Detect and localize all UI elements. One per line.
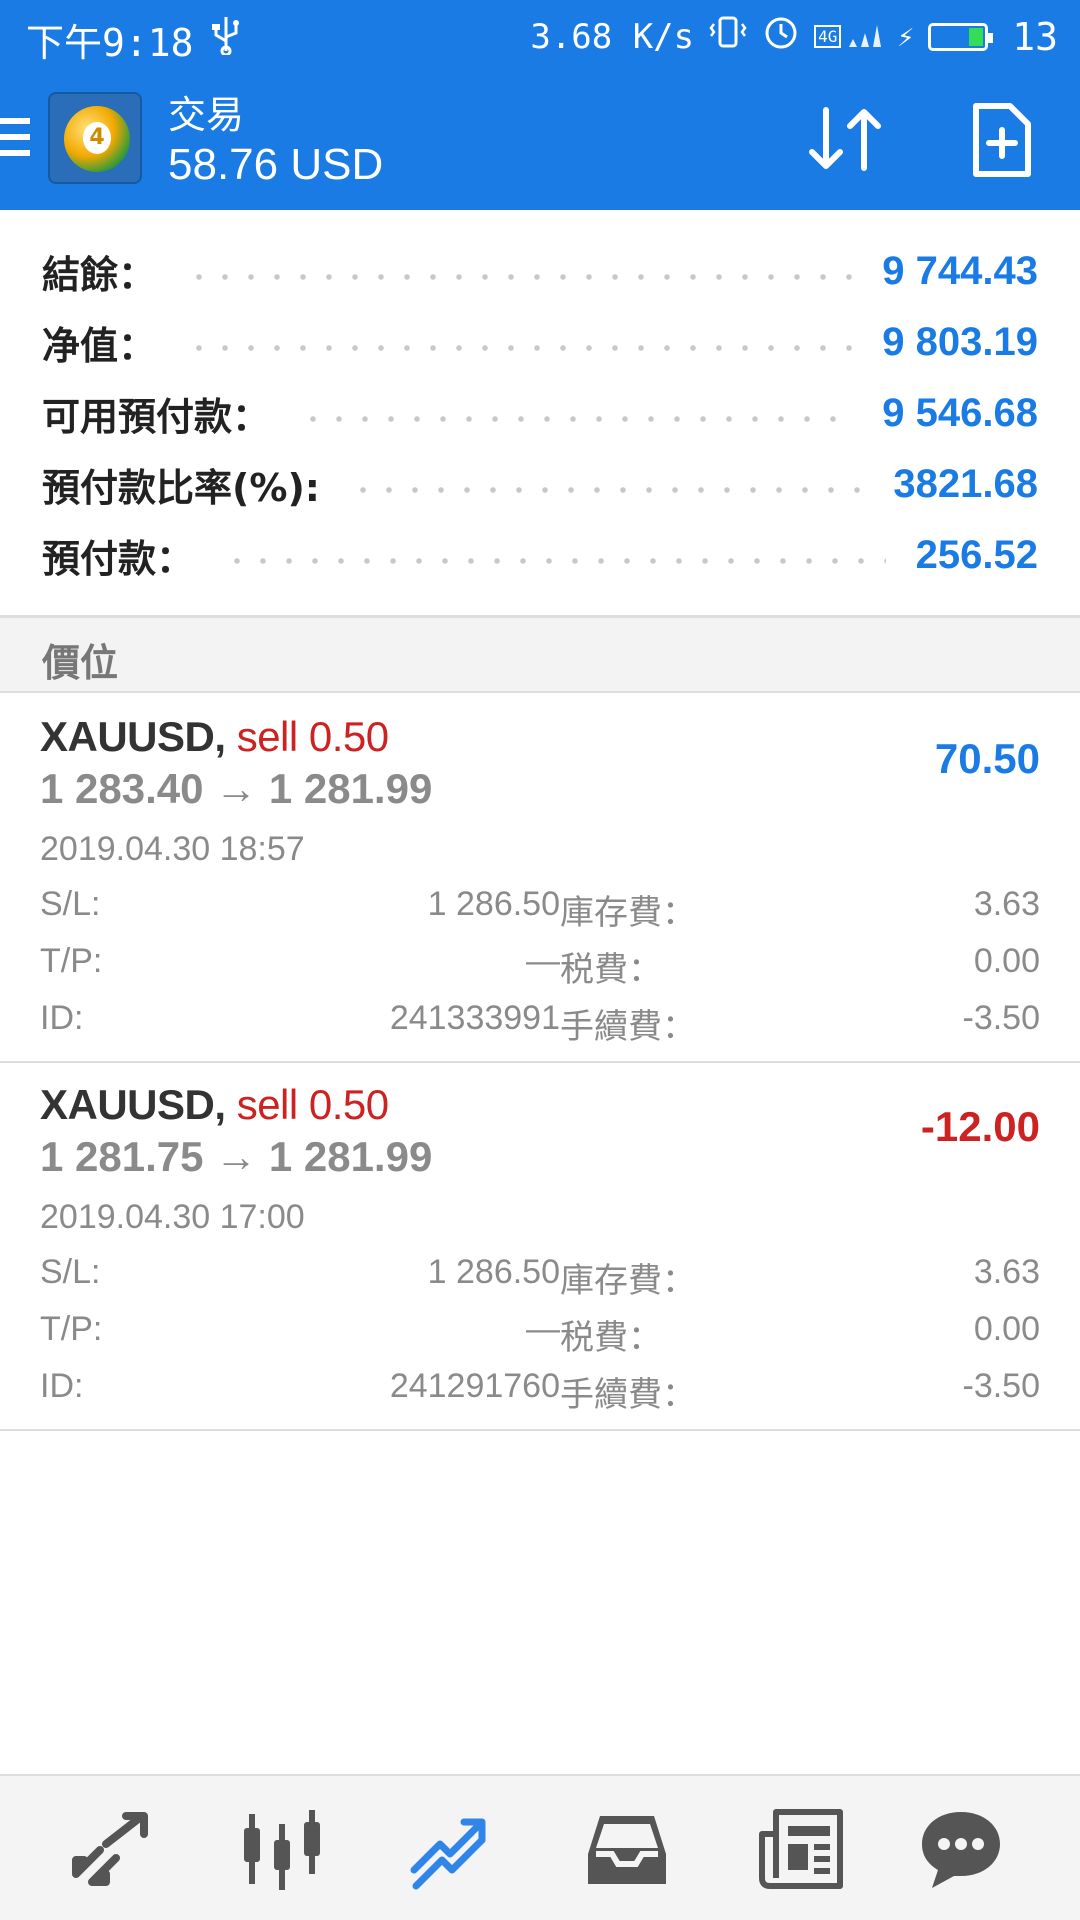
summary-label: 净值： [42, 323, 157, 368]
tp-label: T/P: [40, 942, 103, 980]
detail-row: T/P: — 税費： 0.00 [40, 1310, 1040, 1367]
network-speed: 3.68 K/s [530, 16, 695, 57]
commission-label: 手續費： [560, 1375, 696, 1415]
section-title: 價位 [42, 641, 119, 685]
sl-value: 1 286.50 [427, 1253, 560, 1291]
account-profit: 58.76 USD [168, 140, 384, 189]
position-profit: 70.50 [934, 735, 1040, 782]
quotes-icon[interactable] [66, 1804, 156, 1894]
chat-icon[interactable] [916, 1804, 1006, 1894]
battery-icon [928, 22, 994, 51]
position-item[interactable]: XAUUSD, sell 0.50 1 283.40 → 1 281.99 70… [0, 695, 1080, 1063]
summary-value: 256.52 [915, 532, 1038, 577]
app-header: 4 交易 58.76 USD [0, 70, 1080, 210]
swap-label: 庫存費： [560, 1261, 696, 1301]
signal-4g-icon: 4G [814, 17, 883, 57]
id-label: ID: [40, 1367, 84, 1405]
position-type: sell 0.50 [236, 713, 389, 760]
position-prices: 1 281.75 → 1 281.99 [40, 1133, 433, 1180]
summary-row-free-margin: 可用預付款： 9 546.68 [42, 378, 1038, 448]
sl-value: 1 286.50 [427, 885, 560, 923]
tax-value: 0.00 [973, 942, 1040, 980]
trade-icon[interactable] [406, 1804, 496, 1894]
detail-row: ID: 241291760 手續費： -3.50 [40, 1367, 1040, 1424]
tp-value: — [526, 1310, 560, 1348]
news-icon[interactable] [756, 1804, 846, 1894]
summary-value: 9 803.19 [882, 319, 1038, 364]
tax-value: 0.00 [973, 1310, 1040, 1348]
account-summary: 結餘： 9 744.43 净值： 9 803.19 可用預付款： 9 546.6… [0, 210, 1080, 615]
section-header: 價位 [0, 618, 1080, 693]
history-icon[interactable] [582, 1804, 672, 1894]
sl-label: S/L: [40, 1253, 101, 1291]
commission-label: 手續費： [560, 1007, 696, 1047]
position-title: XAUUSD, sell 0.50 [40, 1081, 389, 1129]
position-symbol: XAUUSD, [40, 1081, 226, 1128]
summary-value: 3821.68 [893, 461, 1038, 506]
tp-value: — [526, 942, 560, 980]
summary-label: 結餘： [42, 252, 157, 297]
summary-label: 預付款： [42, 536, 195, 581]
network-type: 4G [814, 25, 842, 48]
summary-row-balance: 結餘： 9 744.43 [42, 236, 1038, 306]
vibrate-icon [708, 12, 748, 61]
battery-level: 13 [1012, 14, 1058, 59]
bottom-nav [0, 1774, 1080, 1920]
swap-label: 庫存費： [560, 893, 696, 933]
tax-label: 税費： [560, 1318, 662, 1358]
position-item[interactable]: XAUUSD, sell 0.50 1 281.75 → 1 281.99 -1… [0, 1063, 1080, 1431]
tp-label: T/P: [40, 1310, 103, 1348]
dotted-leader [186, 274, 853, 280]
position-type: sell 0.50 [236, 1081, 389, 1128]
detail-row: T/P: — 税費： 0.00 [40, 942, 1040, 999]
position-open-time: 2019.04.30 17:00 [40, 1198, 305, 1236]
new-document-icon[interactable] [970, 100, 1034, 180]
id-value: 241333991 [389, 999, 560, 1037]
swap-value: 3.63 [973, 885, 1040, 923]
summary-row-margin: 預付款： 256.52 [42, 520, 1038, 590]
detail-row: S/L: 1 286.50 庫存費： 3.63 [40, 1253, 1040, 1310]
charging-icon: ⚡ [897, 20, 915, 53]
position-details: S/L: 1 286.50 庫存費： 3.63 T/P: — 税費： 0.00 … [40, 885, 1040, 1056]
commission-value: -3.50 [962, 1367, 1041, 1405]
summary-value: 9 546.68 [882, 390, 1038, 435]
position-prices: 1 283.40 → 1 281.99 [40, 765, 433, 812]
dotted-leader [350, 487, 864, 493]
alarm-icon [762, 13, 800, 60]
chart-icon[interactable] [236, 1804, 326, 1894]
position-profit: -12.00 [920, 1103, 1040, 1150]
detail-row: ID: 241333991 手續費： -3.50 [40, 999, 1040, 1056]
sl-label: S/L: [40, 885, 101, 923]
position-symbol: XAUUSD, [40, 713, 226, 760]
id-value: 241291760 [389, 1367, 560, 1405]
swap-value: 3.63 [973, 1253, 1040, 1291]
commission-value: -3.50 [962, 999, 1041, 1037]
page-title: 交易 [168, 93, 245, 137]
position-title: XAUUSD, sell 0.50 [40, 713, 389, 761]
status-bar: 下午9:18 3.68 K/s 4G ⚡ 13 [0, 0, 1080, 70]
dotted-leader [224, 558, 886, 564]
tax-label: 税費： [560, 950, 662, 990]
id-label: ID: [40, 999, 84, 1037]
summary-label: 預付款比率(%): [42, 465, 321, 510]
menu-icon[interactable] [0, 118, 30, 162]
status-time: 下午9:18 [26, 21, 194, 65]
metatrader-logo: 4 [48, 92, 142, 184]
summary-row-margin-level: 預付款比率(%): 3821.68 [42, 449, 1038, 519]
summary-row-equity: 净值： 9 803.19 [42, 307, 1038, 377]
dotted-leader [186, 345, 853, 351]
position-open-time: 2019.04.30 18:57 [40, 830, 305, 868]
usb-icon [211, 15, 240, 64]
detail-row: S/L: 1 286.50 庫存費： 3.63 [40, 885, 1040, 942]
summary-value: 9 744.43 [882, 248, 1038, 293]
dotted-leader [300, 416, 853, 422]
position-details: S/L: 1 286.50 庫存費： 3.63 T/P: — 税費： 0.00 … [40, 1253, 1040, 1424]
sort-icon[interactable] [806, 104, 886, 174]
summary-label: 可用預付款： [42, 394, 271, 439]
